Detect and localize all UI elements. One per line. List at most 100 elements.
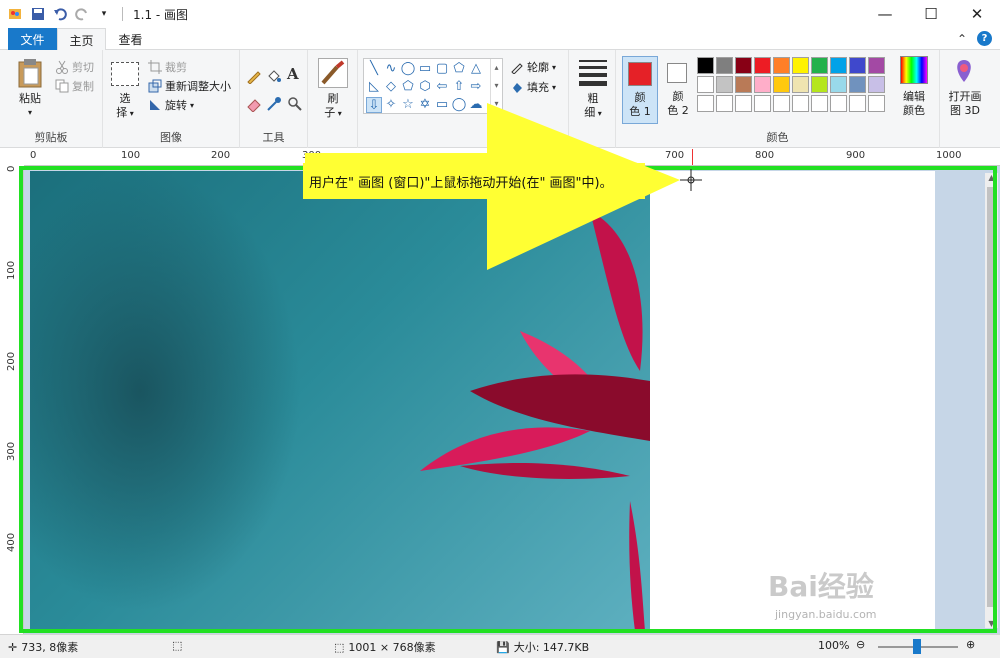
rounded-rectangle-shape-icon[interactable]: ▢ <box>434 61 450 77</box>
hexagon-shape-icon[interactable]: ⬡ <box>417 79 433 95</box>
zoom-out-button[interactable]: ⊖ <box>856 638 865 651</box>
color-picker-icon[interactable] <box>266 96 282 115</box>
help-icon[interactable]: ? <box>977 31 992 46</box>
fill-bucket-icon[interactable] <box>266 68 282 87</box>
color-swatch[interactable] <box>792 57 809 74</box>
polygon-shape-icon[interactable]: ⬠ <box>451 61 467 77</box>
fill-button[interactable]: 填充 ▾ <box>510 79 556 95</box>
select-button-line1[interactable]: 选 <box>107 92 143 106</box>
tab-home[interactable]: 主页 <box>57 28 106 51</box>
copy-button[interactable]: 复制 <box>55 78 94 94</box>
color-swatch[interactable] <box>830 95 847 112</box>
customize-quick-access-icon[interactable]: ▾ <box>96 6 112 22</box>
select-button-line2[interactable]: 择 ▾ <box>107 106 143 121</box>
tab-view[interactable]: 查看 <box>106 28 155 50</box>
crop-button[interactable]: 裁剪 <box>148 59 187 75</box>
rectangle-shape-icon[interactable]: ▭ <box>417 61 433 77</box>
color-swatch[interactable] <box>811 76 828 93</box>
right-triangle-shape-icon[interactable]: ◺ <box>366 79 382 95</box>
color-swatch[interactable] <box>697 76 714 93</box>
left-arrow-shape-icon[interactable]: ⇦ <box>434 79 450 95</box>
line-shape-icon[interactable]: ╲ <box>366 61 382 77</box>
color-swatch[interactable] <box>754 95 771 112</box>
zoom-in-button[interactable]: ⊕ <box>966 638 975 651</box>
undo-icon[interactable] <box>52 6 68 22</box>
vertical-ruler: 0 100 200 300 400 <box>0 166 24 634</box>
color-swatch[interactable] <box>735 95 752 112</box>
cut-button[interactable]: 剪切 <box>55 59 94 75</box>
collapse-ribbon-icon[interactable]: ⌃ <box>957 32 967 46</box>
curve-shape-icon[interactable]: ∿ <box>383 61 399 77</box>
color-swatch[interactable] <box>754 57 771 74</box>
color-swatch[interactable] <box>716 76 733 93</box>
color-swatch[interactable] <box>792 95 809 112</box>
edit-colors-label-2[interactable]: 颜色 <box>892 104 936 118</box>
brush-icon[interactable] <box>318 58 348 88</box>
right-arrow-shape-icon[interactable]: ⇨ <box>468 79 484 95</box>
color-swatch[interactable] <box>735 76 752 93</box>
paint3d-label-1[interactable]: 打开画 <box>940 90 990 104</box>
color-swatch[interactable] <box>868 76 885 93</box>
color-swatch[interactable] <box>849 95 866 112</box>
up-arrow-shape-icon[interactable]: ⇧ <box>451 79 467 95</box>
color-swatch[interactable] <box>773 76 790 93</box>
minimize-button[interactable]: — <box>862 0 908 28</box>
color-swatch[interactable] <box>716 57 733 74</box>
select-dropdown-icon: ▾ <box>127 109 134 118</box>
scrollbar-thumb[interactable] <box>987 187 996 607</box>
color-swatch[interactable] <box>830 57 847 74</box>
paint3d-icon[interactable] <box>952 58 976 87</box>
maximize-button[interactable]: ☐ <box>908 0 954 28</box>
eraser-icon[interactable] <box>246 96 262 115</box>
close-button[interactable]: ✕ <box>954 0 1000 28</box>
paste-button[interactable]: 粘贴 <box>8 92 52 106</box>
resize-button[interactable]: 重新调整大小 <box>148 78 231 94</box>
color-swatch[interactable] <box>868 95 885 112</box>
color-swatch[interactable] <box>697 95 714 112</box>
oval-shape-icon[interactable]: ◯ <box>400 61 416 77</box>
file-size-text: 大小: 147.7KB <box>513 641 590 654</box>
edit-colors-label-1[interactable]: 编辑 <box>892 90 936 104</box>
color-swatch[interactable] <box>773 95 790 112</box>
paste-dropdown-icon[interactable]: ▾ <box>8 106 52 120</box>
color-swatch[interactable] <box>811 57 828 74</box>
paste-icon[interactable] <box>16 58 44 91</box>
outline-button[interactable]: 轮廓 ▾ <box>510 59 556 75</box>
diamond-shape-icon[interactable]: ◇ <box>383 79 399 95</box>
line-width-icon[interactable] <box>579 60 607 86</box>
color-swatch[interactable] <box>735 57 752 74</box>
pentagon-shape-icon[interactable]: ⬠ <box>400 79 416 95</box>
color-swatch[interactable] <box>716 95 733 112</box>
ruler-h-label: 900 <box>846 150 866 161</box>
vertical-scrollbar[interactable]: ▲ ▼ <box>985 173 998 628</box>
rotate-button[interactable]: 旋转 ▾ <box>148 97 194 113</box>
color-swatch[interactable] <box>754 76 771 93</box>
color-swatch[interactable] <box>811 95 828 112</box>
crop-label: 裁剪 <box>165 61 187 74</box>
tab-file[interactable]: 文件 <box>8 28 57 50</box>
image-size-text: 1001 × 768像素 <box>348 641 436 654</box>
instruction-callout: 用户在" 画图 (窗口)"上鼠标拖动开始(在" 画图"中)。 <box>303 163 645 199</box>
color-swatch[interactable] <box>849 57 866 74</box>
save-icon[interactable] <box>30 6 46 22</box>
redo-icon[interactable] <box>74 6 90 22</box>
color-swatch[interactable] <box>792 76 809 93</box>
color-swatch[interactable] <box>773 57 790 74</box>
edit-colors-icon[interactable] <box>900 56 928 84</box>
scroll-up-icon[interactable]: ▲ <box>985 173 998 182</box>
text-tool-icon[interactable]: A <box>287 65 299 83</box>
color-swatch[interactable] <box>868 57 885 74</box>
outline-dropdown-icon: ▾ <box>552 62 557 72</box>
paint-app-icon[interactable] <box>8 6 24 22</box>
paint3d-label-2[interactable]: 图 3D <box>940 104 990 118</box>
copy-label: 复制 <box>72 80 94 93</box>
image-size: ⬚ 1001 × 768像素 <box>334 639 436 655</box>
scroll-down-icon[interactable]: ▼ <box>985 619 998 628</box>
pencil-icon[interactable] <box>246 68 262 87</box>
zoom-slider-thumb[interactable] <box>913 639 921 654</box>
color-swatch[interactable] <box>830 76 847 93</box>
select-icon[interactable] <box>111 62 139 86</box>
color-swatch[interactable] <box>849 76 866 93</box>
color-swatch[interactable] <box>697 57 714 74</box>
triangle-shape-icon[interactable]: △ <box>468 61 484 77</box>
